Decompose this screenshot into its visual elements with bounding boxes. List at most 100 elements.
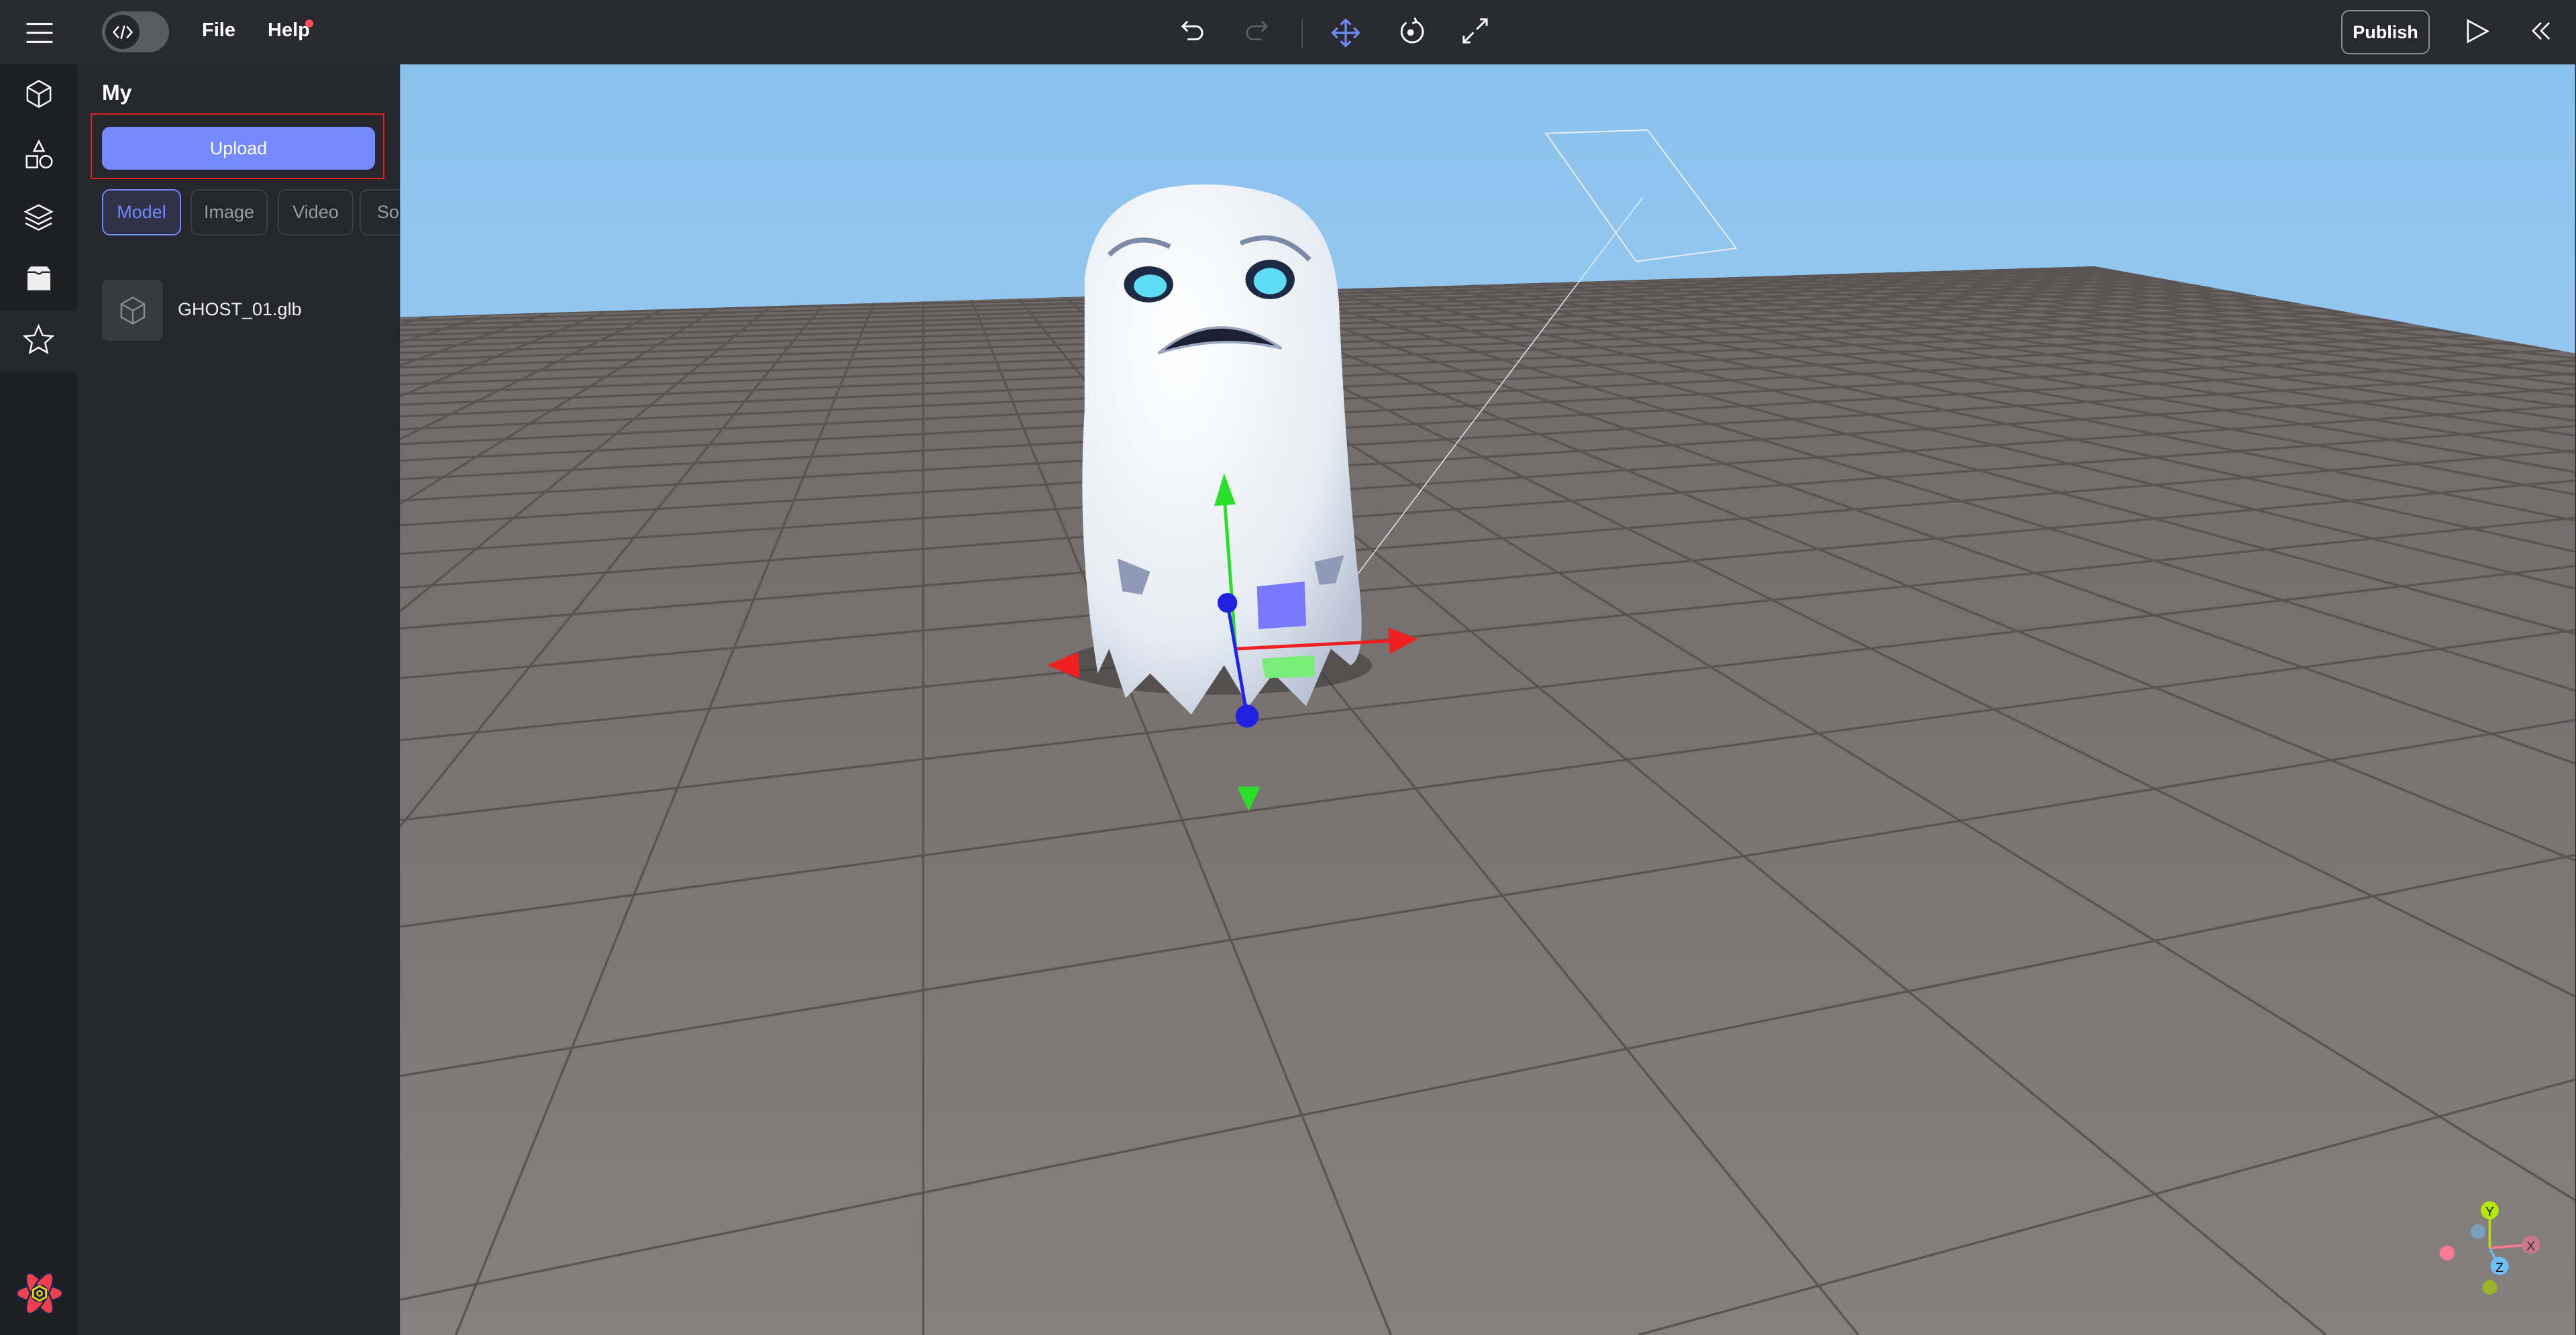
rail-item-favorites[interactable] [0,309,77,370]
play-button[interactable] [2465,18,2491,48]
grid-line [1532,315,1580,319]
grid-line [923,301,973,305]
tab-model[interactable]: Model [102,189,181,235]
grid-line [400,382,432,386]
axis-neg-x[interactable] [2439,1245,2455,1261]
grid-line [2063,279,2094,283]
grid-line [1725,319,1772,324]
grid-line [1684,289,1722,293]
rail-item-my-assets[interactable] [0,248,77,309]
grid-line [1415,300,1460,304]
grid-line [2035,276,2066,280]
grid-line [1650,316,1698,321]
grid-line [1900,272,1931,275]
grid-line [1750,281,1785,284]
rail-item-models[interactable] [0,63,77,124]
file-menu[interactable]: File [202,19,235,42]
grid-line [2110,324,2155,329]
floor-plane [400,266,2575,1335]
tab-image[interactable]: Image [191,189,268,235]
grid-line [1375,290,1416,294]
scale-tool-button[interactable] [1460,16,1490,49]
grid-line [2112,318,2155,322]
grid-line [2123,281,2155,284]
grid-line [1808,274,1839,277]
grid-line [1784,280,1819,284]
move-tool-button[interactable] [1331,18,1360,51]
3d-viewport[interactable]: Y X Z [399,64,2576,1335]
grid-line [1735,303,1778,308]
help-menu[interactable]: Help [268,19,310,42]
file-item[interactable]: GHOST_01.glb [102,280,381,341]
grid-line [764,309,819,313]
grid-line [1721,288,1759,292]
menu-button[interactable] [25,21,54,48]
publish-button[interactable]: Publish [2341,10,2430,54]
grid-line [1864,315,1909,319]
shapes-icon [25,140,53,169]
grid-line [1830,285,1866,289]
grid-line [2006,300,2045,304]
grid-line [2053,290,2088,294]
gizmo-xy-plane[interactable] [1256,581,1307,629]
grid-line [1884,278,1917,281]
grid-line [2096,275,2126,279]
gizmo-xz-plane[interactable] [1262,655,1315,679]
rail-item-layers[interactable] [0,186,77,247]
rotate-tool-button[interactable] [1397,16,1426,49]
grid-line [1511,310,1559,315]
grid-line [1693,305,1736,309]
grid-line [1429,292,1470,296]
grid-line [2013,272,2043,275]
grid-line [815,311,870,316]
redo-button[interactable] [1244,18,1270,48]
collapse-panel-button[interactable] [2530,19,2553,46]
grid-line [1644,283,1681,287]
grid-line [2039,274,2070,278]
undo-button[interactable] [1179,18,1205,48]
grid-line [1858,300,1899,304]
grid-line [1818,301,1860,305]
gizmo-z-handle[interactable] [1235,704,1259,728]
grid-line [1968,301,2007,305]
grid-line [1855,288,1891,292]
code-toggle[interactable] [102,11,169,52]
grid-line [1588,288,1627,292]
axis-neg-y[interactable] [2482,1280,2498,1295]
grid-line [2079,303,2118,307]
grid-line [2049,295,2086,298]
double-chevron-left-icon [2531,21,2551,40]
grid-line [1399,309,1447,313]
axis-neg-z[interactable] [2471,1224,2486,1239]
gizmo-z-handle[interactable] [1217,592,1238,613]
grid-line [1648,306,1693,311]
grid-line [2004,278,2036,281]
grid-line [716,306,770,310]
grid-line [1796,276,1830,280]
grid-line [400,322,461,327]
tab-video[interactable]: Video [278,189,354,235]
tab-sound[interactable]: Sound [360,189,399,235]
grid-line [443,326,509,330]
grid-line [1743,291,1782,295]
grid-line [1662,280,1697,284]
ghost-model[interactable] [1082,184,1362,715]
grid-line [1953,289,1988,293]
grid-line [2023,287,2057,291]
grid-line [1020,299,1069,303]
grid-line [1023,302,1073,307]
rail-item-shapes[interactable] [0,125,77,186]
grid-line [1982,292,2018,296]
grid-line [1818,289,1856,293]
grid-line [1942,317,1987,322]
grid-line [1937,297,1976,302]
hamburger-icon [26,23,53,43]
grid-line [2000,305,2041,309]
grid-line [1989,270,2018,273]
grid-line [1034,315,1087,319]
grid-line [1626,303,1670,307]
grid-line [1030,310,1082,315]
grid-line [973,303,1024,307]
upload-button[interactable]: Upload [102,127,375,170]
grid-line [1502,297,1545,302]
